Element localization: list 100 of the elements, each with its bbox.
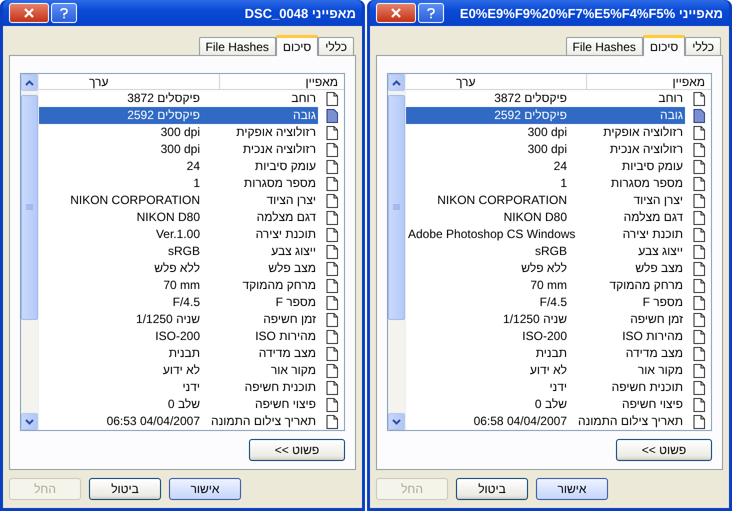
tab[interactable]: סיכום xyxy=(642,35,686,56)
document-icon xyxy=(693,262,705,276)
close-button[interactable] xyxy=(376,3,416,23)
list-row[interactable]: גובה 2592 פיקסלים xyxy=(406,107,711,124)
list-row[interactable]: תוכנית חשיפה ידני xyxy=(406,379,711,396)
property-name: מקור אור xyxy=(270,362,317,379)
document-icon xyxy=(326,296,338,310)
scroll-thumb[interactable] xyxy=(21,95,38,320)
list-row[interactable]: מצב מדידה תבנית xyxy=(406,345,711,362)
property-value: 70 mm xyxy=(529,277,568,294)
property-name: גובה xyxy=(206,107,318,124)
list-row[interactable]: פיצוי חשיפה שלב 0 xyxy=(39,396,344,413)
list-row[interactable]: תוכנית חשיפה ידני xyxy=(39,379,344,396)
document-icon xyxy=(326,398,338,412)
vertical-scrollbar[interactable] xyxy=(388,74,406,430)
list-row[interactable]: גובה 2592 פיקסלים xyxy=(39,107,344,124)
document-icon xyxy=(693,414,705,428)
list-row[interactable]: מצב פלש ללא פלש xyxy=(39,260,344,277)
property-name: ייצוג צבע xyxy=(637,243,684,260)
column-header[interactable]: ערך xyxy=(39,74,219,89)
property-name: מצב פלש xyxy=(634,260,684,277)
vertical-scrollbar[interactable] xyxy=(21,74,39,430)
chevron-up-icon xyxy=(25,80,34,86)
list-row[interactable]: רוחב 3872 פיקסלים xyxy=(39,90,344,107)
property-name: רזולוציה אנכית xyxy=(608,141,684,158)
document-icon xyxy=(693,176,705,190)
list-row[interactable]: מקור אור לא ידוע xyxy=(39,362,344,379)
property-value: 06:58 04/04/2007 xyxy=(472,413,568,430)
property-name: מספר מסגרות xyxy=(610,175,684,192)
property-value: לא ידוע xyxy=(162,362,201,379)
property-value: 300 dpi xyxy=(526,141,568,158)
property-value: תבנית xyxy=(168,345,201,362)
help-button[interactable] xyxy=(418,3,444,23)
document-icon xyxy=(693,278,705,292)
dialog-button[interactable]: ביטול xyxy=(89,478,161,500)
property-name: עומק סיביות xyxy=(620,158,684,175)
column-header[interactable]: ערך xyxy=(406,74,586,89)
tab[interactable]: כללי xyxy=(318,37,354,55)
close-icon xyxy=(391,8,401,18)
list-row[interactable]: מצב פלש ללא פלש xyxy=(406,260,711,277)
property-name: דגם מצלמה xyxy=(622,209,684,226)
simple-view-button[interactable]: פשוט >> xyxy=(249,439,345,461)
document-icon xyxy=(326,330,338,344)
property-value: F/4.5 xyxy=(172,294,201,311)
scroll-down-button[interactable] xyxy=(388,413,405,430)
property-value: sRGB xyxy=(534,243,568,260)
property-name: רזולוציה אנכית xyxy=(242,141,317,158)
property-value: NIKON CORPORATION xyxy=(69,192,201,209)
property-name: רוחב xyxy=(290,90,317,107)
dialog-button[interactable]: אישור xyxy=(536,478,608,500)
tab[interactable]: כללי xyxy=(685,37,721,55)
scroll-up-button[interactable] xyxy=(21,74,38,91)
property-value: Adobe Photoshop CS Windows xyxy=(407,226,576,243)
document-icon xyxy=(326,228,338,242)
property-value: F/4.5 xyxy=(538,294,568,311)
property-value: 1 xyxy=(559,175,568,192)
tab[interactable]: File Hashes xyxy=(198,37,276,55)
list-row[interactable]: מצב מדידה תבנית xyxy=(39,345,344,362)
column-header[interactable]: מאפיין xyxy=(586,74,711,89)
tab[interactable]: File Hashes xyxy=(566,37,643,55)
column-header[interactable]: מאפיין xyxy=(219,74,344,89)
document-icon xyxy=(693,210,705,224)
property-name: מקור אור xyxy=(636,362,684,379)
property-value: Ver.1.00 xyxy=(154,226,201,243)
list-row[interactable]: מקור אור לא ידוע xyxy=(406,362,711,379)
property-name: גובה xyxy=(573,107,685,124)
property-name: דגם מצלמה xyxy=(256,209,317,226)
property-name: רזולוציה אופקית xyxy=(602,124,684,141)
scroll-down-button[interactable] xyxy=(21,413,38,430)
simple-view-button[interactable]: פשוט >> xyxy=(616,439,712,461)
property-name: מספר F xyxy=(642,294,684,311)
property-value: 300 dpi xyxy=(160,124,201,141)
scroll-up-button[interactable] xyxy=(388,74,405,91)
property-value: ללא פלש xyxy=(520,260,568,277)
list-row[interactable]: רוחב 3872 פיקסלים xyxy=(406,90,711,107)
chevron-up-icon xyxy=(392,80,401,86)
list-row[interactable]: זמן חשיפה 1/1250 שניה xyxy=(39,311,344,328)
dialog-button[interactable]: ביטול xyxy=(456,478,528,500)
property-value: 300 dpi xyxy=(526,124,568,141)
document-icon xyxy=(326,160,338,174)
property-value: 06:53 04/04/2007 xyxy=(106,413,201,430)
dialog-button[interactable]: אישור xyxy=(169,478,241,500)
property-name: עומק סיביות xyxy=(254,158,317,175)
property-value: ידני xyxy=(181,379,201,396)
property-name: פיצוי חשיפה xyxy=(620,396,684,413)
property-name: מצב מדידה xyxy=(624,345,684,362)
document-icon xyxy=(693,398,705,412)
property-value: 3872 פיקסלים xyxy=(493,90,568,107)
close-button[interactable] xyxy=(9,3,49,23)
scroll-thumb[interactable] xyxy=(388,95,405,320)
property-name: פיצוי חשיפה xyxy=(254,396,317,413)
help-button[interactable] xyxy=(51,3,77,23)
property-name: מרחק מהמוקד xyxy=(608,277,684,294)
document-icon xyxy=(326,210,338,224)
list-row[interactable]: זמן חשיפה 1/1250 שניה xyxy=(406,311,711,328)
property-name: מצב מדידה xyxy=(258,345,317,362)
tab[interactable]: סיכום xyxy=(276,35,318,56)
close-icon xyxy=(24,8,34,18)
list-row[interactable]: פיצוי חשיפה שלב 0 xyxy=(406,396,711,413)
property-value: לא ידוע xyxy=(528,362,568,379)
